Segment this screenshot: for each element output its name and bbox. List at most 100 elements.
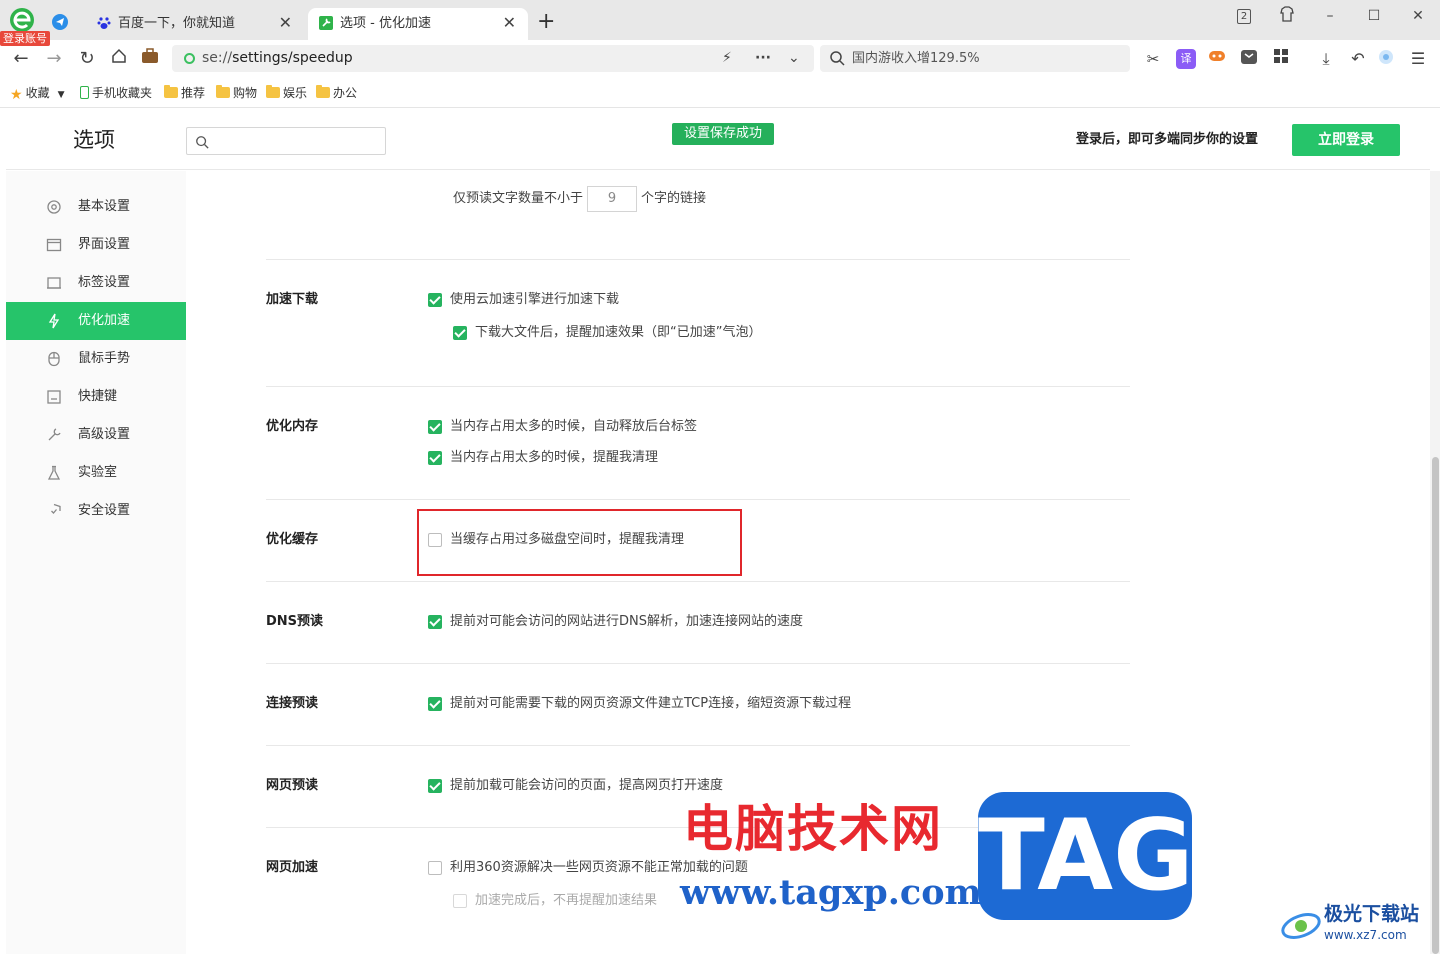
option-label[interactable]: 提前对可能需要下载的网页资源文件建立TCP连接，缩短资源下载过程 — [450, 695, 851, 713]
option-checkbox[interactable] — [428, 420, 442, 434]
bookmark-favorites[interactable]: ★ 收藏 ▼ — [10, 85, 65, 103]
close-icon[interactable]: ✕ — [279, 13, 292, 33]
home-button[interactable] — [108, 48, 130, 70]
section-divider — [266, 386, 1130, 387]
option-checkbox[interactable] — [428, 779, 442, 793]
new-tab-button[interactable]: + — [537, 11, 555, 33]
section-title: 网页预读 — [266, 778, 319, 793]
tab-baidu[interactable]: 百度一下，你就知道 ✕ — [86, 8, 304, 40]
option-label[interactable]: 当内存占用太多的时候，提醒我清理 — [450, 449, 658, 467]
folder-icon — [266, 85, 280, 98]
telegram-icon[interactable] — [52, 14, 68, 30]
game-icon[interactable] — [1207, 49, 1227, 69]
page-title: 选项 — [73, 128, 115, 152]
option-checkbox[interactable] — [453, 326, 467, 340]
login-account-badge[interactable]: 登录账号 — [0, 31, 50, 46]
watermark-brand-text: 极光下载站 — [1324, 903, 1420, 925]
option-label[interactable]: 下载大文件后，提醒加速效果（即“已加速”气泡） — [475, 324, 761, 342]
bookmark-folder-recommend[interactable]: 推荐 — [164, 85, 205, 101]
close-icon[interactable]: ✕ — [503, 13, 516, 33]
option-checkbox[interactable] — [428, 451, 442, 465]
section-title: 网页加速 — [266, 860, 319, 875]
option-checkbox[interactable] — [428, 615, 442, 629]
option-label[interactable]: 提前加载可能会访问的页面，提高网页打开速度 — [450, 777, 723, 795]
preread-count-input[interactable]: 9 — [587, 186, 637, 212]
phone-icon — [80, 86, 89, 99]
tab-count: 2 — [1237, 9, 1251, 24]
sidebar-item-label: 鼠标手势 — [78, 351, 131, 366]
browser-extension-icon[interactable] — [1376, 49, 1396, 69]
tab-title: 百度一下，你就知道 — [118, 16, 236, 31]
apps-grid-icon[interactable] — [1271, 49, 1291, 69]
secure-icon — [184, 53, 195, 64]
undo-icon[interactable]: ↶ — [1348, 49, 1368, 69]
section-divider — [266, 663, 1130, 664]
chevron-down-icon[interactable]: ⌄ — [788, 50, 800, 67]
dropdown-icon: ▼ — [57, 90, 65, 100]
option-label: 加速完成后，不再提醒加速结果 — [475, 893, 658, 908]
search-input[interactable]: 国内游收入增129.5% — [820, 45, 1130, 72]
refresh-button[interactable]: ↻ — [76, 48, 98, 70]
save-success-toast: 设置保存成功 — [672, 123, 774, 145]
back-button[interactable]: ← — [10, 48, 32, 70]
option-label[interactable]: 提前对可能会访问的网站进行DNS解析，加速连接网站的速度 — [450, 613, 803, 631]
option-checkbox[interactable] — [428, 861, 442, 875]
forward-button[interactable]: → — [43, 48, 65, 70]
option-checkbox[interactable] — [428, 293, 442, 307]
translate-icon[interactable]: 译 — [1176, 49, 1196, 69]
sidebar-item[interactable]: 快捷键 — [6, 378, 186, 416]
skin-icon[interactable] — [1275, 6, 1299, 26]
browser-logo-icon[interactable] — [8, 6, 36, 34]
watermark-site-url: www.tagxp.com — [680, 872, 982, 913]
bookmark-folder-office[interactable]: 办公 — [316, 85, 357, 101]
lightning-icon[interactable]: ⚡ — [722, 50, 732, 67]
bookmark-folder-shopping[interactable]: 购物 — [216, 85, 257, 101]
sidebar-item[interactable]: 界面设置 — [6, 226, 186, 264]
bookmark-folder-entertainment[interactable]: 娱乐 — [266, 85, 307, 101]
settings-sidebar: 基本设置界面设置标签设置优化加速鼠标手势快捷键高级设置实验室安全设置 — [6, 171, 186, 954]
menu-icon[interactable]: ☰ — [1408, 49, 1428, 69]
option-label[interactable]: 当缓存占用过多磁盘空间时，提醒我清理 — [450, 531, 684, 549]
login-button[interactable]: 立即登录 — [1292, 124, 1400, 156]
watermark-brand-url: www.xz7.com — [1324, 928, 1407, 942]
option-checkbox[interactable] — [428, 697, 442, 711]
reader-icon[interactable] — [1239, 49, 1259, 69]
tab-settings[interactable]: 选项 - 优化加速 ✕ — [308, 8, 528, 40]
sidebar-item[interactable]: 实验室 — [6, 454, 186, 492]
watermark-tag-logo: TAG — [978, 792, 1194, 920]
sidebar-item[interactable]: 标签设置 — [6, 264, 186, 302]
scrollbar-thumb[interactable] — [1432, 457, 1439, 954]
preread-suffix: 个字的链接 — [641, 191, 707, 206]
sidebar-item-label: 高级设置 — [78, 427, 131, 442]
sidebar-item[interactable]: 优化加速 — [6, 302, 186, 340]
briefcase-icon — [142, 48, 158, 63]
sidebar-item-label: 标签设置 — [78, 275, 131, 290]
bookmark-bar: ★ 收藏 ▼ 手机收藏夹 推荐 购物 娱乐 办公 — [0, 78, 1440, 108]
url-bar[interactable]: se://settings/speedup ⚡ ··· ⌄ — [172, 45, 814, 72]
option-label[interactable]: 使用云加速引擎进行加速下载 — [450, 291, 619, 309]
option-checkbox[interactable] — [428, 533, 442, 547]
sidebar-item[interactable]: 高级设置 — [6, 416, 186, 454]
download-icon[interactable]: ⤓ — [1316, 49, 1336, 69]
minimize-button[interactable]: – — [1318, 6, 1342, 26]
sidebar-item-label: 实验室 — [78, 465, 118, 480]
option-label[interactable]: 当内存占用太多的时候，自动释放后台标签 — [450, 418, 697, 436]
maximize-button[interactable]: ☐ — [1362, 6, 1386, 26]
scissors-icon[interactable]: ✂ — [1143, 49, 1163, 69]
tab-icon — [47, 277, 61, 289]
sidebar-item[interactable]: 基本设置 — [6, 188, 186, 226]
sidebar-item-label: 界面设置 — [78, 237, 131, 252]
search-placeholder: 国内游收入增129.5% — [852, 51, 980, 66]
settings-search-input[interactable] — [186, 127, 386, 155]
sidebar-item[interactable]: 安全设置 — [6, 492, 186, 530]
bookmark-mobile[interactable]: 手机收藏夹 — [80, 85, 152, 101]
url-text[interactable]: se://settings/speedup — [202, 50, 353, 67]
close-window-button[interactable]: ✕ — [1406, 6, 1430, 26]
wallet-button[interactable] — [139, 48, 161, 70]
scrollbar[interactable] — [1430, 171, 1440, 954]
sidebar-item[interactable]: 鼠标手势 — [6, 340, 186, 378]
flask-icon — [47, 465, 61, 480]
sidebar-item-label: 优化加速 — [78, 313, 131, 328]
tab-count-button[interactable]: 2 — [1232, 5, 1256, 25]
more-icon[interactable]: ··· — [755, 50, 771, 67]
